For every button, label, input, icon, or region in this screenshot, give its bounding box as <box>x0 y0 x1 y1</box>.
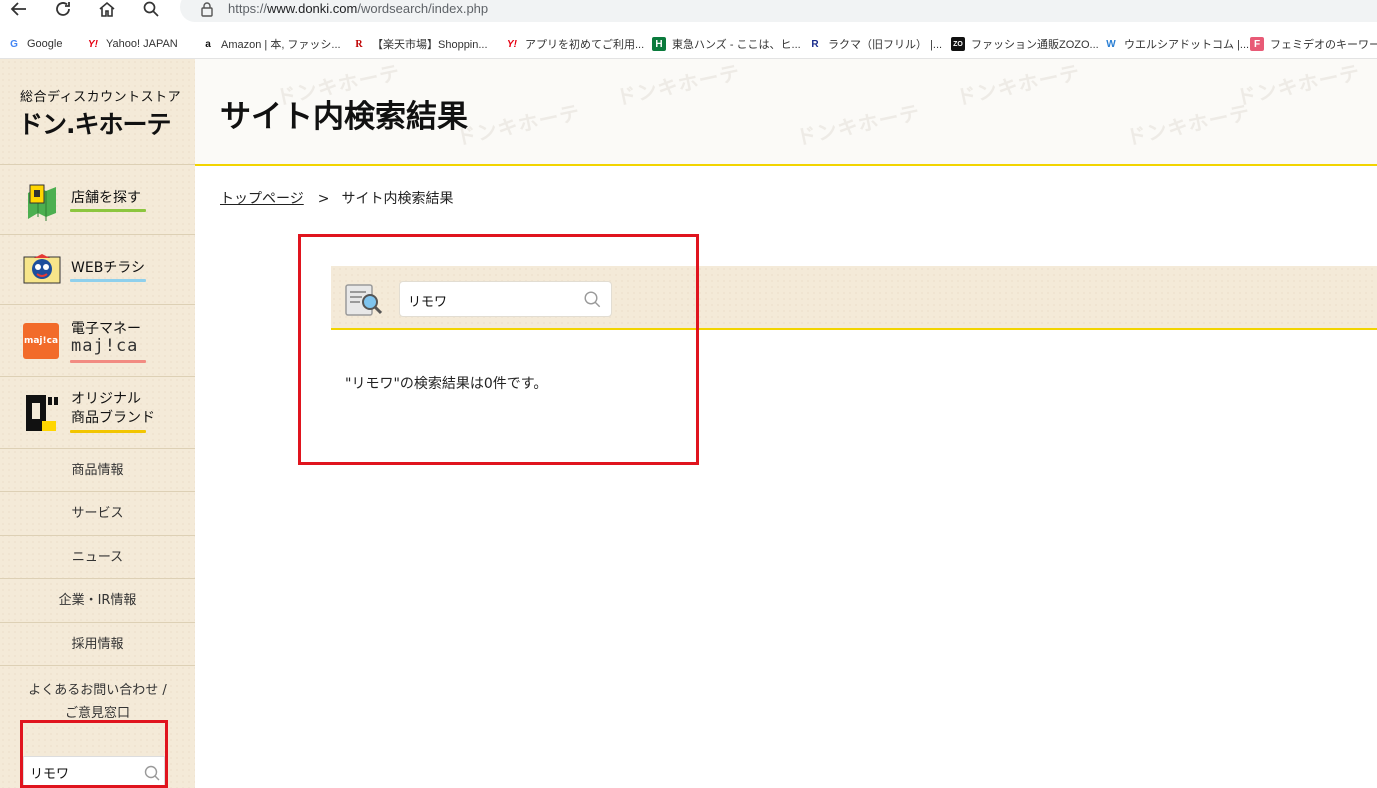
back-arrow-icon[interactable] <box>6 0 32 22</box>
highlight-box-sidebar-search <box>20 720 168 788</box>
sidebar-item-news[interactable]: ニュース <box>0 535 195 579</box>
breadcrumb-current: サイト内検索結果 <box>341 191 454 207</box>
bookmarks-bar: G Google Y! Yahoo! JAPAN a Amazon | 本, ファッシ… <box>0 30 1377 59</box>
underline <box>70 360 146 363</box>
bookmark-femideo[interactable]: Fフェミデオのキーワード検 <box>1250 36 1377 52</box>
header-pattern: ドンキホーテ <box>614 60 743 110</box>
brand-icon <box>26 395 58 437</box>
home-icon[interactable] <box>94 0 120 22</box>
bookmark-yahoo[interactable]: Y! Yahoo! JAPAN <box>86 36 178 52</box>
sidebar-item-store-search[interactable]: 店舗を探す <box>0 164 195 235</box>
yahoo-icon: Y! <box>507 38 517 50</box>
majica-label: maj!ca <box>71 336 139 356</box>
page-title: サイト内検索結果 <box>220 99 468 135</box>
sidebar-item-recruit[interactable]: 採用情報 <box>0 622 195 666</box>
map-icon <box>20 183 62 231</box>
search-icon[interactable] <box>138 0 164 22</box>
sidebar-item-majica[interactable]: maj!ca 電子マネー maj!ca <box>0 304 195 377</box>
highlight-box-search-result <box>298 234 699 465</box>
breadcrumb-separator: > <box>317 191 330 207</box>
rakuten-icon: R <box>355 38 363 50</box>
rakuma-icon: R <box>811 38 819 50</box>
bookmark-tokyu-hands[interactable]: H 東急ハンズ - ここは、ヒ... <box>652 36 801 52</box>
sidebar-item-ir[interactable]: 企業・IR情報 <box>0 578 195 623</box>
site-logo[interactable]: 総合ディスカウントストア ドン.キホーテ <box>0 59 195 164</box>
sidebar-item-label: 電子マネー <box>71 321 141 337</box>
contact-line-1: よくあるお問い合わせ / <box>28 683 167 698</box>
femideo-icon: F <box>1250 37 1264 51</box>
sidebar-item-label: オリジナル <box>71 391 141 407</box>
bookmark-welcia[interactable]: W ウエルシアドットコム |... <box>1104 36 1249 52</box>
logo-name: ドン.キホーテ <box>18 110 171 139</box>
lock-icon <box>200 1 216 17</box>
sidebar-item-products[interactable]: 商品情報 <box>0 448 195 492</box>
browser-toolbar: https://www.donki.com/wordsearch/index.p… <box>0 0 1377 22</box>
underline <box>70 279 146 282</box>
bookmark-amazon[interactable]: a Amazon | 本, ファッシ... <box>201 36 340 52</box>
bookmark-rakuma[interactable]: R ラクマ（旧フリル） |... <box>808 36 942 52</box>
sidebar-item-label: WEBチラシ <box>71 260 146 276</box>
google-icon: G <box>10 38 18 50</box>
header-pattern: ドンキホーテ <box>454 100 583 150</box>
hands-icon: H <box>652 37 666 51</box>
breadcrumb: トップページ > サイト内検索結果 <box>220 188 453 208</box>
sidebar-item-web-flyer[interactable]: WEBチラシ <box>0 234 195 305</box>
majica-icon: maj!ca <box>23 323 59 359</box>
sidebar-item-services[interactable]: サービス <box>0 491 195 536</box>
bookmark-google[interactable]: G Google <box>7 36 62 52</box>
donpen-icon <box>22 253 62 291</box>
header-underline <box>195 164 1377 166</box>
amazon-icon: a <box>205 38 211 50</box>
url-text[interactable]: https://www.donki.com/wordsearch/index.p… <box>228 1 488 16</box>
header-pattern: ドンキホーテ <box>794 100 923 150</box>
contact-line-2: ご意見窓口 <box>64 706 130 721</box>
bookmark-zozo[interactable]: ZO ファッション通販ZOZO... <box>951 36 1099 52</box>
zozo-icon: ZO <box>951 37 965 51</box>
header-pattern: ドンキホーテ <box>954 60 1083 110</box>
sidebar-item-brand[interactable]: オリジナル 商品ブランド <box>0 376 195 449</box>
sidebar-item-label: 商品ブランド <box>71 410 155 426</box>
header-pattern: ドンキホーテ <box>1234 60 1363 110</box>
bookmark-yahoo-app[interactable]: Y! アプリを初めてご利用... <box>505 36 644 52</box>
underline <box>70 209 146 212</box>
breadcrumb-home-link[interactable]: トップページ <box>220 191 304 207</box>
sidebar: 総合ディスカウントストア ドン.キホーテ 店舗を探す WEBチラシ maj!ca… <box>0 59 195 788</box>
sidebar-item-label: 店舗を探す <box>71 190 141 206</box>
yahoo-icon: Y! <box>88 38 98 50</box>
header-pattern: ドンキホーテ <box>1124 100 1253 150</box>
welcia-icon: W <box>1106 38 1116 50</box>
logo-subtitle: 総合ディスカウントストア <box>20 90 182 105</box>
bookmark-rakuten[interactable]: R 【楽天市場】Shoppin... <box>352 36 487 52</box>
reload-icon[interactable] <box>50 0 76 22</box>
underline <box>70 430 146 433</box>
